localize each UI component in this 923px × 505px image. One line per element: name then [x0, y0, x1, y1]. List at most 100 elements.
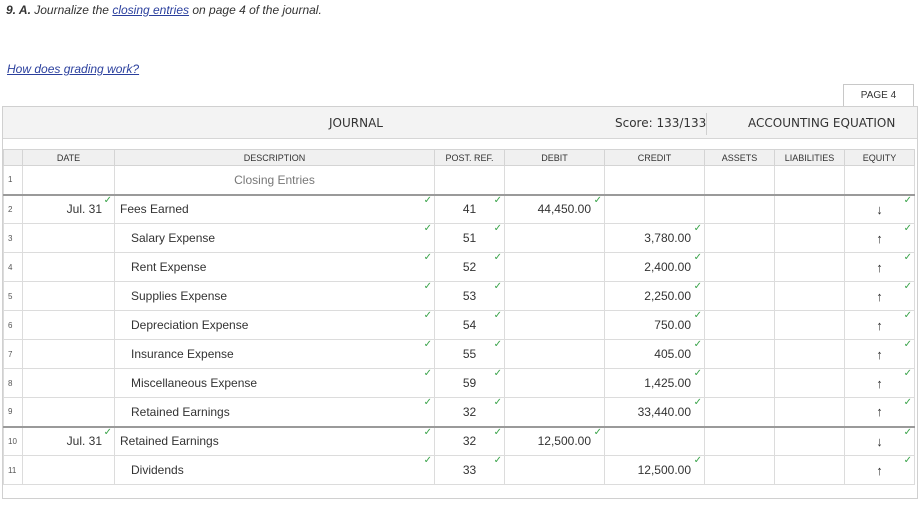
description-cell[interactable]: Retained Earnings ✓ — [114, 397, 435, 427]
post-ref-cell[interactable]: 55 ✓ — [434, 339, 505, 369]
date-cell[interactable] — [22, 223, 115, 253]
equity-cell[interactable]: ↑ ✓ — [844, 455, 915, 485]
equity-cell[interactable]: ↑ ✓ — [844, 310, 915, 340]
liabilities-cell[interactable] — [774, 397, 845, 427]
row-number: 8 — [3, 368, 23, 398]
debit-cell[interactable] — [504, 310, 605, 340]
debit-cell[interactable] — [504, 252, 605, 282]
equity-cell[interactable]: ↓ ✓ — [844, 193, 915, 224]
description-cell[interactable]: Retained Earnings ✓ — [114, 425, 435, 456]
equity-cell[interactable]: ↑ ✓ — [844, 252, 915, 282]
assets-cell[interactable] — [704, 252, 775, 282]
date-cell[interactable] — [22, 368, 115, 398]
grading-link[interactable]: How does grading work? — [7, 62, 139, 76]
post-ref-cell[interactable]: 33 ✓ — [434, 455, 505, 485]
description-cell[interactable]: Fees Earned ✓ — [114, 193, 435, 224]
assets-cell[interactable] — [704, 165, 775, 195]
debit-cell[interactable] — [504, 165, 605, 195]
post-ref-value: 32 — [462, 404, 477, 419]
post-ref-cell[interactable] — [434, 165, 505, 195]
description-cell[interactable]: Miscellaneous Expense ✓ — [114, 368, 435, 398]
journal-title: JOURNAL — [329, 116, 383, 130]
journal-table: DATE DESCRIPTION POST. REF. DEBIT CREDIT… — [3, 149, 915, 485]
description-cell[interactable]: Supplies Expense ✓ — [114, 281, 435, 311]
equity-cell[interactable]: ↑ ✓ — [844, 397, 915, 427]
description-cell[interactable]: Dividends ✓ — [114, 455, 435, 485]
date-cell[interactable] — [22, 165, 115, 195]
post-ref-cell[interactable]: 59 ✓ — [434, 368, 505, 398]
equity-cell[interactable]: ↑ ✓ — [844, 368, 915, 398]
credit-cell[interactable]: 750.00 ✓ — [604, 310, 705, 340]
debit-cell[interactable] — [504, 368, 605, 398]
assets-cell[interactable] — [704, 193, 775, 224]
check-icon: ✓ — [693, 455, 702, 466]
date-cell[interactable] — [22, 310, 115, 340]
post-ref-cell[interactable]: 32 ✓ — [434, 425, 505, 456]
credit-cell[interactable]: 12,500.00 ✓ — [604, 455, 705, 485]
date-cell[interactable] — [22, 339, 115, 369]
liabilities-cell[interactable] — [774, 455, 845, 485]
assets-cell[interactable] — [704, 425, 775, 456]
check-icon: ✓ — [493, 368, 502, 379]
page-tab[interactable]: PAGE 4 — [843, 84, 914, 106]
date-cell[interactable] — [22, 397, 115, 427]
equity-cell[interactable]: ↑ ✓ — [844, 339, 915, 369]
date-cell[interactable] — [22, 455, 115, 485]
journal-row: 6 Depreciation Expense ✓ 54 ✓ 750.00 ✓ ↑ ✓ — [3, 310, 915, 340]
liabilities-cell[interactable] — [774, 310, 845, 340]
date-cell[interactable]: Jul. 31 ✓ — [22, 193, 115, 224]
date-value: Jul. 31 — [66, 434, 102, 449]
debit-cell[interactable]: 44,450.00 ✓ — [504, 193, 605, 224]
credit-cell[interactable] — [604, 165, 705, 195]
liabilities-cell[interactable] — [774, 281, 845, 311]
post-ref-cell[interactable]: 52 ✓ — [434, 252, 505, 282]
liabilities-cell[interactable] — [774, 193, 845, 224]
date-cell[interactable] — [22, 252, 115, 282]
post-ref-cell[interactable]: 32 ✓ — [434, 397, 505, 427]
description-cell[interactable]: Closing Entries — [114, 165, 435, 195]
equity-cell[interactable]: ↑ ✓ — [844, 281, 915, 311]
liabilities-cell[interactable] — [774, 425, 845, 456]
equity-cell[interactable]: ↑ ✓ — [844, 223, 915, 253]
credit-cell[interactable]: 2,400.00 ✓ — [604, 252, 705, 282]
post-ref-cell[interactable]: 53 ✓ — [434, 281, 505, 311]
debit-cell[interactable] — [504, 339, 605, 369]
liabilities-cell[interactable] — [774, 165, 845, 195]
debit-cell[interactable] — [504, 281, 605, 311]
description-cell[interactable]: Salary Expense ✓ — [114, 223, 435, 253]
assets-cell[interactable] — [704, 281, 775, 311]
liabilities-cell[interactable] — [774, 339, 845, 369]
post-ref-cell[interactable]: 41 ✓ — [434, 193, 505, 224]
liabilities-cell[interactable] — [774, 252, 845, 282]
debit-cell[interactable] — [504, 397, 605, 427]
description-cell[interactable]: Depreciation Expense ✓ — [114, 310, 435, 340]
liabilities-cell[interactable] — [774, 368, 845, 398]
credit-cell[interactable] — [604, 193, 705, 224]
post-ref-cell[interactable]: 54 ✓ — [434, 310, 505, 340]
debit-cell[interactable] — [504, 455, 605, 485]
assets-cell[interactable] — [704, 223, 775, 253]
assets-cell[interactable] — [704, 310, 775, 340]
credit-cell[interactable]: 1,425.00 ✓ — [604, 368, 705, 398]
liabilities-cell[interactable] — [774, 223, 845, 253]
debit-cell[interactable]: 12,500.00 ✓ — [504, 425, 605, 456]
description-cell[interactable]: Rent Expense ✓ — [114, 252, 435, 282]
credit-cell[interactable]: 405.00 ✓ — [604, 339, 705, 369]
check-icon: ✓ — [693, 397, 702, 408]
credit-cell[interactable]: 33,440.00 ✓ — [604, 397, 705, 427]
credit-cell[interactable]: 2,250.00 ✓ — [604, 281, 705, 311]
equity-cell[interactable] — [844, 165, 915, 195]
assets-cell[interactable] — [704, 397, 775, 427]
equity-cell[interactable]: ↓ ✓ — [844, 425, 915, 456]
credit-cell[interactable]: 3,780.00 ✓ — [604, 223, 705, 253]
debit-cell[interactable] — [504, 223, 605, 253]
date-cell[interactable]: Jul. 31 ✓ — [22, 425, 115, 456]
assets-cell[interactable] — [704, 339, 775, 369]
credit-cell[interactable] — [604, 425, 705, 456]
assets-cell[interactable] — [704, 455, 775, 485]
description-cell[interactable]: Insurance Expense ✓ — [114, 339, 435, 369]
assets-cell[interactable] — [704, 368, 775, 398]
date-cell[interactable] — [22, 281, 115, 311]
post-ref-cell[interactable]: 51 ✓ — [434, 223, 505, 253]
closing-entries-link[interactable]: closing entries — [112, 3, 189, 17]
